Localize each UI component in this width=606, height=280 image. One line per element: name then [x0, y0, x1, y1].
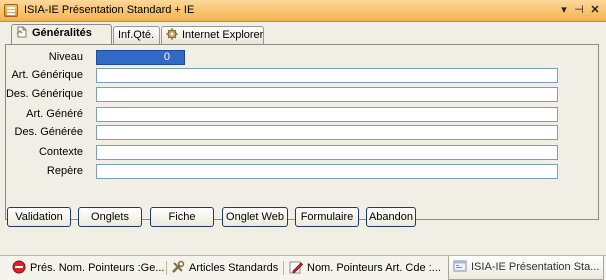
tab-inf-qte-label: Inf.Qté.: [118, 29, 155, 41]
close-icon[interactable]: ✕: [588, 3, 602, 17]
doc-tab-label: Nom. Pointeurs Art. Cde :...: [307, 262, 441, 274]
fiche-button[interactable]: Fiche: [150, 207, 214, 227]
niveau-input[interactable]: 0: [96, 50, 185, 65]
doc-tab-label: Articles Standards: [189, 262, 279, 274]
doc-tab-nom-pointeurs-art-cde[interactable]: Nom. Pointeurs Art. Cde :...: [289, 258, 441, 278]
main-panel: Généralités Inf.Qté. Internet Explorer N…: [0, 22, 606, 255]
document-tab-bar: Prés. Nom. Pointeurs :Ge... Articles Sta…: [0, 255, 606, 280]
dropdown-icon[interactable]: ▾: [557, 3, 571, 17]
title-bar: ISIA-IE Présentation Standard + IE ▾ ⊣ ✕: [0, 0, 606, 22]
contexte-input[interactable]: [96, 145, 558, 160]
des-generique-input[interactable]: [96, 87, 558, 102]
doc-tab-label: Prés. Nom. Pointeurs :Ge...: [30, 262, 164, 274]
pen-icon: [289, 261, 303, 274]
des-generee-label: Des. Générée: [14, 126, 83, 138]
onglet-web-button[interactable]: Onglet Web: [222, 207, 288, 227]
des-generee-input[interactable]: [96, 125, 558, 140]
app-icon: [4, 4, 18, 17]
repere-input[interactable]: [96, 164, 558, 179]
niveau-label: Niveau: [48, 51, 83, 63]
validation-button[interactable]: Validation: [7, 207, 71, 227]
tab-separator: [283, 261, 284, 275]
tab-internet-explorer[interactable]: Internet Explorer: [161, 26, 264, 45]
tools-icon: [172, 260, 185, 273]
window-icon: [453, 260, 467, 272]
doc-tab-articles-standards[interactable]: Articles Standards: [171, 258, 279, 278]
document-icon: [16, 26, 27, 38]
art-genere-input[interactable]: [96, 107, 558, 122]
window-title: ISIA-IE Présentation Standard + IE: [24, 4, 195, 16]
tab-internet-explorer-label: Internet Explorer: [182, 29, 264, 41]
formulaire-button[interactable]: Formulaire: [295, 207, 359, 227]
art-generique-input[interactable]: [96, 68, 558, 83]
contexte-label: Contexte: [38, 146, 83, 158]
gear-icon: [166, 28, 178, 40]
no-entry-icon: [12, 260, 26, 274]
doc-tab-pres-nom-pointeurs[interactable]: Prés. Nom. Pointeurs :Ge...: [12, 258, 164, 278]
tab-generalites-label: Généralités: [32, 27, 92, 39]
doc-tab-isia-ie-presentation[interactable]: ISIA-IE Présentation Sta...: [448, 256, 604, 280]
art-genere-label: Art. Généré: [26, 108, 83, 120]
abandon-button[interactable]: Abandon: [366, 207, 416, 227]
onglets-button[interactable]: Onglets: [78, 207, 142, 227]
tab-separator: [166, 261, 167, 275]
tab-inf-qte[interactable]: Inf.Qté.: [113, 26, 160, 45]
art-generique-label: Art. Générique: [11, 69, 83, 81]
tab-generalites[interactable]: Généralités: [11, 24, 112, 45]
doc-tab-label: ISIA-IE Présentation Sta...: [471, 261, 600, 273]
des-generique-label: Des. Générique: [5, 88, 83, 100]
pin-icon[interactable]: ⊣: [572, 3, 586, 17]
repere-label: Repère: [46, 165, 83, 177]
